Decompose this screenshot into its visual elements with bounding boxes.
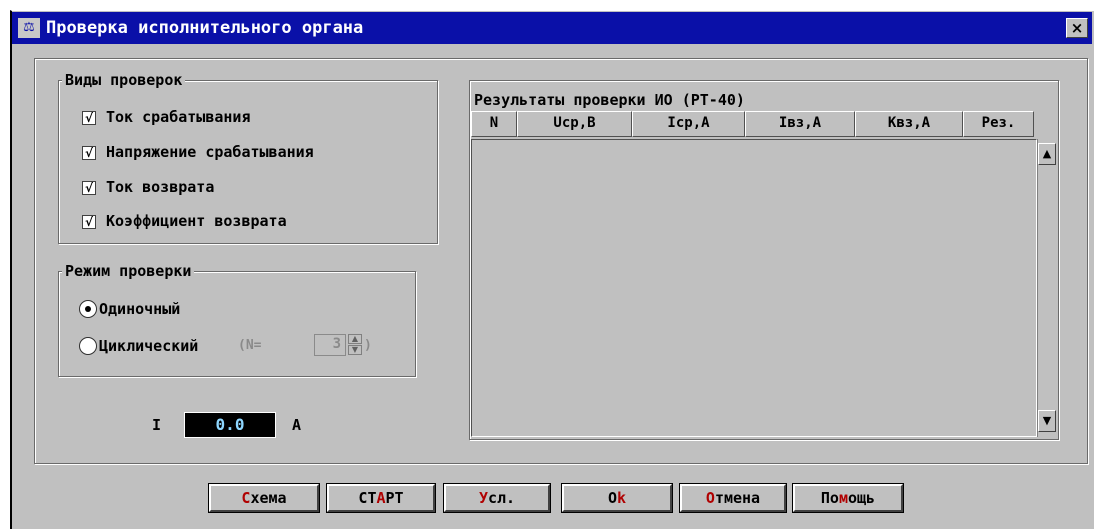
- conditions-button[interactable]: Усл.: [443, 483, 551, 513]
- cyclic-count-input[interactable]: 3: [314, 334, 346, 356]
- start-button[interactable]: СТАРТ: [326, 483, 436, 513]
- cyclic-param-prefix: (N=: [238, 338, 262, 353]
- ok-button[interactable]: Ok: [561, 483, 673, 513]
- window-title: Проверка исполнительного органа: [46, 18, 364, 38]
- spin-up-button[interactable]: ▲: [348, 334, 362, 344]
- checkbox-label: Коэффициент возврата: [106, 212, 287, 230]
- spin-down-button[interactable]: ▼: [348, 345, 362, 355]
- checkbox-pickup-current[interactable]: √: [82, 111, 96, 125]
- checkbox-label: Ток возврата: [106, 178, 215, 196]
- check-types-legend: Виды проверок: [62, 70, 186, 90]
- help-button[interactable]: Помощь: [792, 483, 904, 513]
- current-label: I: [152, 416, 162, 434]
- scroll-down-button[interactable]: ▼: [1038, 410, 1056, 432]
- check-mode-group: [58, 271, 416, 377]
- scales-icon: ⚖: [18, 18, 40, 38]
- column-header[interactable]: Icp,A: [632, 111, 745, 137]
- radio-single[interactable]: [79, 300, 97, 318]
- close-button[interactable]: ×: [1066, 18, 1088, 38]
- cyclic-param-suffix: ): [364, 338, 372, 353]
- checkbox-return-ratio[interactable]: √: [82, 215, 96, 229]
- checkbox-pickup-voltage[interactable]: √: [82, 146, 96, 160]
- scheme-button[interactable]: Схема: [208, 483, 320, 513]
- radio-single-label: Одиночный: [99, 300, 181, 318]
- scroll-up-button[interactable]: ▲: [1038, 143, 1056, 165]
- column-header[interactable]: Рез.: [963, 111, 1034, 137]
- checkbox-return-current[interactable]: √: [82, 181, 96, 195]
- column-header[interactable]: Kвз,A: [855, 111, 963, 137]
- radio-dot: [85, 306, 91, 312]
- vertical-scrollbar[interactable]: [1037, 139, 1057, 437]
- results-title: Результаты проверки ИО (РТ-40): [474, 91, 745, 109]
- column-header[interactable]: N: [471, 111, 517, 137]
- current-unit: A: [292, 416, 302, 434]
- radio-cyclic-label: Циклический: [99, 337, 199, 355]
- results-grid[interactable]: [471, 139, 1037, 437]
- current-display: 0.0: [184, 412, 276, 438]
- checkbox-label: Напряжение срабатывания: [106, 143, 314, 161]
- cancel-button[interactable]: Отмена: [679, 483, 787, 513]
- column-header[interactable]: Iвз,A: [745, 111, 855, 137]
- check-mode-legend: Режим проверки: [62, 261, 195, 281]
- column-header[interactable]: Ucp,B: [517, 111, 632, 137]
- radio-cyclic[interactable]: [79, 337, 97, 355]
- checkbox-label: Ток срабатывания: [106, 108, 251, 126]
